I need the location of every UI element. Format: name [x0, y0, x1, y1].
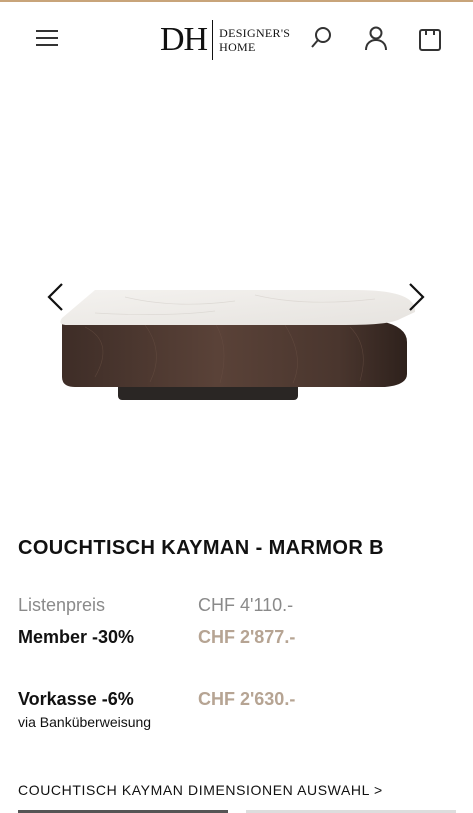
hamburger-menu-icon[interactable] — [34, 26, 62, 50]
logo-divider — [212, 20, 214, 60]
search-icon[interactable] — [308, 24, 336, 52]
shopping-bag-icon[interactable] — [416, 24, 444, 52]
site-logo[interactable]: DH DESIGNER'S HOME — [160, 20, 290, 60]
product-gallery — [0, 72, 473, 512]
product-image — [60, 290, 416, 400]
logo-mark: DH — [160, 21, 208, 58]
logo-line-2: HOME — [219, 40, 256, 54]
member-price-label: Member -30% — [18, 627, 135, 647]
chevron-right-icon[interactable] — [404, 281, 428, 313]
prepay-price-label: Vorkasse -6% — [18, 689, 134, 709]
prepay-note: via Banküberweisung — [18, 714, 152, 730]
list-price-value: CHF 4'110.- — [198, 595, 294, 615]
logo-wordmark: DESIGNER'S HOME — [219, 26, 290, 54]
dimensions-selection-link[interactable]: COUCHTISCH KAYMAN DIMENSIONEN AUSWAHL > — [18, 782, 383, 798]
site-header: DH DESIGNER'S HOME — [0, 2, 473, 72]
product-title: COUCHTISCH KAYMAN - MARMOR B — [18, 537, 385, 559]
logo-line-1: DESIGNER'S — [219, 26, 291, 40]
prepay-price-value: CHF 2'630.- — [198, 689, 296, 709]
list-price-label: Listenpreis — [18, 595, 106, 615]
member-price-value: CHF 2'877.- — [198, 627, 296, 647]
user-icon[interactable] — [362, 24, 390, 52]
